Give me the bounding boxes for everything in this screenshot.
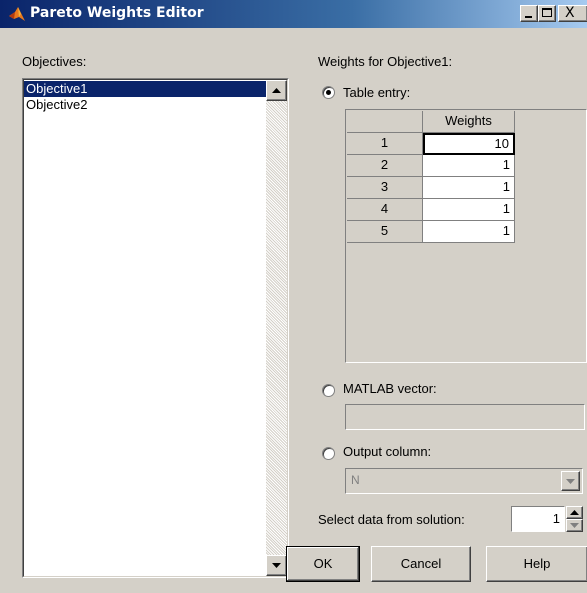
spinner-up-button[interactable] (566, 506, 583, 519)
maximize-icon (542, 8, 552, 17)
row-header[interactable]: 2 (347, 155, 423, 177)
row-header[interactable]: 1 (347, 133, 423, 155)
cancel-button-label: Cancel (400, 556, 442, 571)
matlab-vector-input[interactable] (345, 404, 585, 430)
spinner-down-button[interactable] (566, 519, 583, 532)
table-entry-radio[interactable] (322, 86, 335, 99)
radio-selected-dot (326, 90, 331, 95)
matlab-vector-radio[interactable] (322, 384, 335, 397)
arrow-up-icon (570, 510, 579, 515)
arrow-up-icon (272, 88, 281, 93)
close-icon: X (565, 5, 575, 21)
close-button[interactable]: X (558, 5, 587, 22)
ok-button[interactable]: OK (286, 546, 360, 582)
weights-table[interactable]: Weights 1 10 2 1 3 1 4 1 5 1 (345, 109, 587, 363)
select-data-spinner-input[interactable]: 1 (511, 506, 565, 532)
select-data-value: 1 (552, 511, 560, 526)
output-column-label: Output column: (343, 444, 432, 459)
weights-heading: Weights for Objective1: (318, 54, 453, 69)
output-column-select[interactable]: N (345, 468, 583, 494)
cancel-button[interactable]: Cancel (371, 546, 471, 582)
table-corner-header (347, 111, 423, 133)
weight-cell[interactable]: 1 (423, 221, 515, 243)
arrow-down-icon (570, 523, 579, 528)
list-item-objective2[interactable]: Objective2 (24, 97, 266, 113)
row-header[interactable]: 3 (347, 177, 423, 199)
arrow-down-icon (272, 563, 281, 568)
output-column-radio[interactable] (322, 447, 335, 460)
objectives-listbox[interactable]: Objective1 Objective2 (22, 78, 289, 578)
list-item-objective1[interactable]: Objective1 (24, 81, 266, 97)
window-title: Pareto Weights Editor (30, 5, 204, 21)
matlab-logo-icon (9, 7, 25, 21)
scroll-down-button[interactable] (266, 555, 287, 576)
row-header[interactable]: 5 (347, 221, 423, 243)
row-header[interactable]: 4 (347, 199, 423, 221)
ok-button-label: OK (313, 556, 333, 571)
objectives-scrollbar[interactable] (266, 80, 287, 576)
help-button-label: Help (523, 556, 551, 571)
output-column-value: N (351, 473, 360, 487)
maximize-button[interactable] (538, 5, 556, 22)
minimize-button[interactable] (520, 5, 538, 22)
chevron-down-icon (566, 479, 575, 484)
weight-cell[interactable]: 1 (423, 155, 515, 177)
select-data-label: Select data from solution: (318, 512, 465, 527)
weight-cell[interactable]: 1 (423, 199, 515, 221)
weight-cell[interactable]: 10 (423, 133, 515, 155)
table-entry-label: Table entry: (343, 85, 411, 100)
weight-cell[interactable]: 1 (423, 177, 515, 199)
dropdown-button[interactable] (561, 471, 580, 491)
objectives-list: Objective1 Objective2 (24, 81, 266, 113)
matlab-vector-label: MATLAB vector: (343, 381, 437, 396)
objectives-label: Objectives: (22, 54, 87, 69)
minimize-icon (525, 16, 532, 18)
scroll-up-button[interactable] (266, 80, 287, 101)
weights-column-header[interactable]: Weights (423, 111, 515, 133)
help-button[interactable]: Help (486, 546, 587, 582)
